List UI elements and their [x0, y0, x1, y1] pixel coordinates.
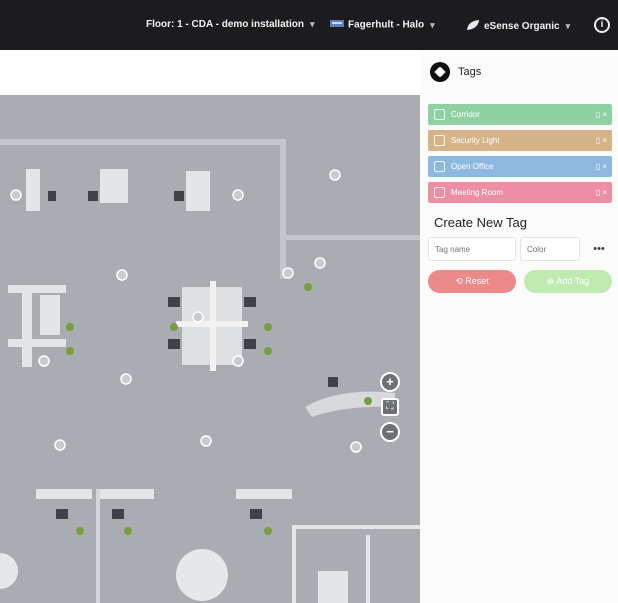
tag-actions[interactable]: ▯ ×: [596, 182, 607, 203]
floor-selector[interactable]: Floor: 1 - CDA - demo installation ▾: [146, 19, 315, 30]
add-tag-icon: ⊕: [546, 276, 557, 286]
organization-label: eSense Organic: [484, 21, 560, 33]
floor-label: Floor: 1 - CDA - demo installation: [146, 19, 304, 30]
add-tag-label: Add Tag: [556, 276, 590, 286]
tag-row-corridor[interactable]: Corridor ▯ ×: [428, 104, 612, 125]
tag-row-security-light[interactable]: Security Light ▯ ×: [428, 130, 612, 151]
tag-checkbox[interactable]: [434, 187, 445, 199]
tag-checkbox[interactable]: [434, 135, 445, 147]
tags-header: Tags: [430, 62, 481, 82]
tag-label: Security Light: [451, 136, 500, 145]
organization-selector[interactable]: eSense Organic ▾: [466, 19, 570, 34]
info-icon[interactable]: i: [594, 17, 610, 33]
organization-logo-icon: [466, 19, 480, 34]
luminaire-icon: [330, 19, 344, 31]
tag-row-open-office[interactable]: Open Office ▯ ×: [428, 156, 612, 177]
more-options-icon[interactable]: •••: [588, 238, 610, 260]
luminaire-label: Fagerhult - Halo: [348, 19, 425, 31]
toolbar-strip: [0, 50, 420, 95]
tags-title: Tags: [458, 66, 482, 78]
fit-screen-icon[interactable]: ⛶: [381, 398, 399, 416]
luminaire-selector[interactable]: Fagerhult - Halo ▾: [330, 19, 435, 31]
tag-color-input[interactable]: [520, 237, 580, 261]
top-bar: Floor: 1 - CDA - demo installation ▾ Fage…: [0, 0, 618, 50]
tag-actions[interactable]: ▯ ×: [596, 104, 607, 125]
floor-plan-drawing: [0, 95, 420, 603]
tag-checkbox[interactable]: [434, 109, 445, 121]
reset-icon: ⟲: [455, 276, 466, 286]
tag-label: Meeting Room: [451, 188, 504, 197]
chevron-down-icon: ▾: [430, 19, 435, 30]
create-tag-title: Create New Tag: [434, 215, 527, 230]
tag-actions[interactable]: ▯ ×: [596, 130, 607, 151]
tags-panel: Tags Corridor ▯ × Security Light ▯ × Ope…: [420, 50, 618, 603]
tag-label: Corridor: [451, 110, 480, 119]
tag-icon: [430, 62, 450, 82]
tag-name-input[interactable]: [428, 237, 516, 261]
add-tag-button[interactable]: ⊕ Add Tag: [524, 270, 612, 293]
tag-checkbox[interactable]: [434, 161, 445, 173]
reset-button[interactable]: ⟲ Reset: [428, 270, 516, 293]
floor-plan-map[interactable]: + ⛶ −: [0, 95, 420, 603]
tag-row-meeting-room[interactable]: Meeting Room ▯ ×: [428, 182, 612, 203]
tag-actions[interactable]: ▯ ×: [596, 156, 607, 177]
zoom-in-icon[interactable]: +: [380, 372, 400, 392]
reset-label: Reset: [465, 276, 489, 286]
chevron-down-icon: ▾: [565, 21, 571, 32]
chevron-down-icon: ▾: [309, 19, 315, 29]
zoom-out-icon[interactable]: −: [380, 422, 400, 442]
tag-label: Open Office: [451, 162, 494, 171]
